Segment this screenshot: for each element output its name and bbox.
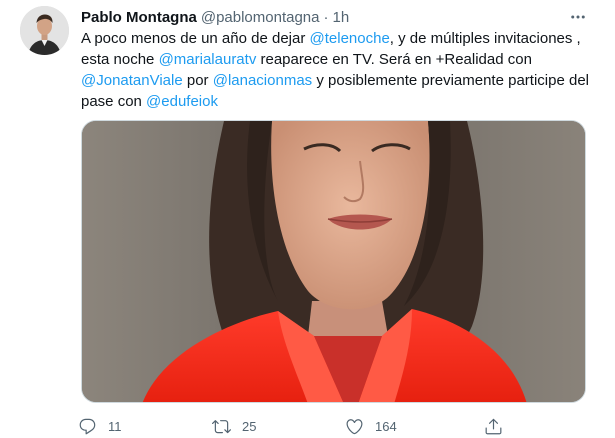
author-handle[interactable]: @pablomontagna	[201, 9, 320, 26]
retweet-count: 25	[242, 418, 257, 434]
more-horizontal-icon	[571, 15, 585, 19]
reply-button[interactable]: 11	[78, 414, 122, 438]
share-icon	[485, 418, 502, 434]
separator-dot: ·	[323, 8, 329, 26]
author-name[interactable]: Pablo Montagna	[81, 9, 197, 26]
tweet-text-segment: A poco menos de un año de dejar	[81, 30, 310, 47]
heart-icon	[346, 418, 363, 434]
avatar-image	[20, 6, 69, 55]
tweet-text-segment: reaparece en TV. Será en +Realidad con	[256, 51, 532, 68]
mention-jonatanviale[interactable]: @JonatanViale	[81, 72, 183, 89]
tweet-text: A poco menos de un año de dejar @telenoc…	[81, 28, 606, 112]
tweet-text-segment: esta noche	[81, 51, 159, 68]
more-options-button[interactable]	[566, 5, 590, 29]
tweet-text-segment: y posiblemente previamente participe del	[312, 72, 589, 89]
tweet-text-segment: , y de múltiples invitaciones ,	[389, 30, 581, 47]
tweet-photo[interactable]	[81, 120, 586, 403]
tweet[interactable]: Pablo Montagna @pablomontagna · 1h A poc…	[0, 0, 615, 437]
tweet-text-segment: por	[182, 72, 213, 89]
retweet-icon	[212, 419, 231, 433]
reply-icon	[79, 418, 96, 434]
tweet-text-line: esta noche @marialauratv reaparece en TV…	[81, 49, 606, 70]
mention-lanacionmas[interactable]: @lanacionmas	[213, 72, 312, 89]
like-count: 164	[375, 418, 397, 434]
avatar[interactable]	[20, 6, 69, 55]
portrait-photo	[82, 121, 585, 402]
retweet-button[interactable]: 25	[212, 414, 256, 438]
mention-edufeiok[interactable]: @edufeiok	[146, 93, 218, 110]
like-button[interactable]: 164	[345, 414, 397, 438]
tweet-text-segment: pase con	[81, 93, 147, 110]
timestamp[interactable]: 1h	[333, 9, 350, 26]
tweet-text-line: @JonatanViale por @lanacionmas y posible…	[81, 70, 606, 91]
tweet-actions: 11 25 164	[78, 414, 518, 438]
share-button[interactable]	[484, 414, 503, 438]
tweet-header: Pablo Montagna @pablomontagna · 1h	[81, 7, 349, 27]
reply-count: 11	[108, 418, 122, 434]
mention-telenoche[interactable]: @telenoche	[310, 30, 390, 47]
mention-marialauratv[interactable]: @marialauratv	[159, 51, 257, 68]
tweet-text-line: pase con @edufeiok	[81, 91, 606, 112]
tweet-text-line: A poco menos de un año de dejar @telenoc…	[81, 28, 606, 49]
